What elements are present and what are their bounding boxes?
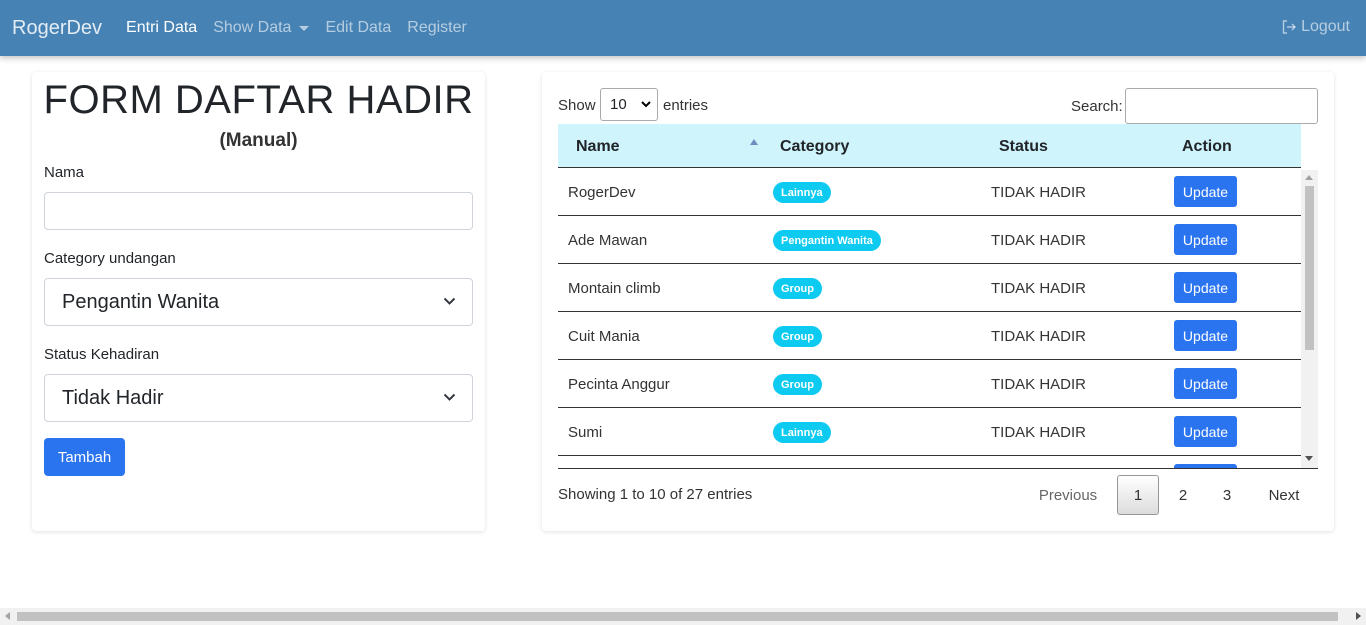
category-badge: Group — [773, 374, 822, 395]
pagination-page-1[interactable]: 1 — [1117, 475, 1159, 515]
category-badge: Lainnya — [773, 422, 831, 443]
category-label: Category undangan — [44, 250, 176, 267]
category-badge: Pengantin Wanita — [773, 230, 881, 251]
nav-edit-data[interactable]: Edit Data — [325, 19, 391, 37]
show-label: Show — [558, 97, 596, 114]
pagination-page-2[interactable]: 2 — [1162, 475, 1204, 515]
table-body: RogerDev Lainnya TIDAK HADIR Update Ade … — [558, 168, 1301, 468]
table-scrollbar[interactable] — [1301, 170, 1318, 468]
search-input[interactable] — [1125, 88, 1318, 124]
chevron-down-icon — [641, 101, 651, 108]
row-status: TIDAK HADIR — [991, 328, 1087, 345]
form-title: FORM DAFTAR HADIR — [43, 78, 474, 122]
caret-down-icon — [299, 25, 310, 31]
nama-label: Nama — [44, 164, 85, 181]
table-row: Montain climb Group TIDAK HADIR Update — [558, 264, 1301, 312]
navbar: RogerDev Entri Data Show Data Edit Data … — [0, 0, 1366, 56]
table-row: RogerDev Lainnya TIDAK HADIR Update — [558, 168, 1301, 216]
page-length-select[interactable]: 10 — [600, 88, 658, 121]
nav-show-data-label: Show Data — [213, 19, 292, 36]
column-header-name[interactable]: Name — [576, 138, 620, 156]
scroll-down-arrow-icon[interactable] — [1305, 456, 1313, 461]
row-status: TIDAK HADIR — [991, 280, 1087, 297]
form-card: FORM DAFTAR HADIR (Manual) Nama Category… — [32, 72, 485, 531]
update-button[interactable]: Update — [1174, 176, 1237, 207]
logout-link[interactable]: Logout — [1281, 18, 1350, 36]
category-badge: Group — [773, 326, 822, 347]
nama-input[interactable] — [44, 192, 473, 230]
chevron-down-icon — [443, 297, 456, 305]
table-row: Sumi Lainnya TIDAK HADIR Update — [558, 408, 1301, 456]
category-select-value: Pengantin Wanita — [62, 290, 220, 313]
scrollbar-thumb[interactable] — [1305, 186, 1314, 350]
row-status: TIDAK HADIR — [991, 232, 1087, 249]
pagination-page-3[interactable]: 3 — [1206, 475, 1248, 515]
status-select-value: Tidak Hadir — [62, 386, 164, 409]
table-row-partial — [558, 456, 1301, 468]
tambah-button[interactable]: Tambah — [44, 438, 125, 476]
logout-label: Logout — [1301, 18, 1350, 35]
row-status: TIDAK HADIR — [991, 184, 1087, 201]
nav-register[interactable]: Register — [407, 19, 467, 37]
update-button[interactable]: Update — [1174, 272, 1237, 303]
search-label: Search: — [1071, 98, 1123, 115]
column-header-action[interactable]: Action — [1182, 138, 1232, 156]
column-header-category[interactable]: Category — [780, 138, 849, 156]
table-row: Cuit Mania Group TIDAK HADIR Update — [558, 312, 1301, 360]
row-status: TIDAK HADIR — [991, 424, 1087, 441]
chevron-down-icon — [443, 393, 456, 401]
update-button[interactable]: Update — [1174, 368, 1237, 399]
table-bottom-border — [558, 468, 1318, 469]
entries-label: entries — [663, 97, 709, 114]
nav-show-data[interactable]: Show Data — [213, 19, 310, 37]
table-info: Showing 1 to 10 of 27 entries — [558, 486, 753, 503]
table-card: Show 10 entries Search: Name Category St… — [542, 72, 1334, 531]
horizontal-scrollbar-thumb[interactable] — [17, 612, 1338, 621]
scroll-up-arrow-icon[interactable] — [1305, 175, 1313, 180]
page-horizontal-scrollbar[interactable] — [0, 608, 1366, 625]
table-row: Pecinta Anggur Group TIDAK HADIR Update — [558, 360, 1301, 408]
pagination-previous[interactable]: Previous — [1026, 475, 1110, 515]
status-select[interactable]: Tidak Hadir — [44, 374, 473, 422]
category-select[interactable]: Pengantin Wanita — [44, 278, 473, 326]
nav-entri-data[interactable]: Entri Data — [126, 19, 197, 37]
row-name: RogerDev — [568, 184, 636, 201]
category-badge: Group — [773, 278, 822, 299]
navbar-brand[interactable]: RogerDev — [12, 17, 102, 40]
pagination-next[interactable]: Next — [1254, 475, 1314, 515]
logout-icon — [1282, 20, 1297, 34]
row-name: Montain climb — [568, 280, 661, 297]
page-length-value: 10 — [610, 96, 627, 113]
scroll-right-arrow-icon[interactable] — [1356, 612, 1361, 620]
row-name: Sumi — [568, 424, 603, 441]
row-name: Ade Mawan — [568, 232, 648, 249]
update-button[interactable]: Update — [1174, 320, 1237, 351]
row-name: Pecinta Anggur — [568, 376, 670, 393]
row-name: Cuit Mania — [568, 328, 640, 345]
update-button[interactable]: Update — [1174, 416, 1237, 447]
form-subtitle: (Manual) — [219, 130, 298, 151]
column-header-status[interactable]: Status — [999, 138, 1048, 156]
sort-ascending-icon — [750, 139, 758, 145]
row-status: TIDAK HADIR — [991, 376, 1087, 393]
table-row: Ade Mawan Pengantin Wanita TIDAK HADIR U… — [558, 216, 1301, 264]
scroll-left-arrow-icon[interactable] — [5, 612, 10, 620]
category-badge: Lainnya — [773, 182, 831, 203]
table-header: Name Category Status Action — [558, 124, 1301, 168]
status-label: Status Kehadiran — [44, 346, 160, 363]
update-button[interactable]: Update — [1174, 224, 1237, 255]
